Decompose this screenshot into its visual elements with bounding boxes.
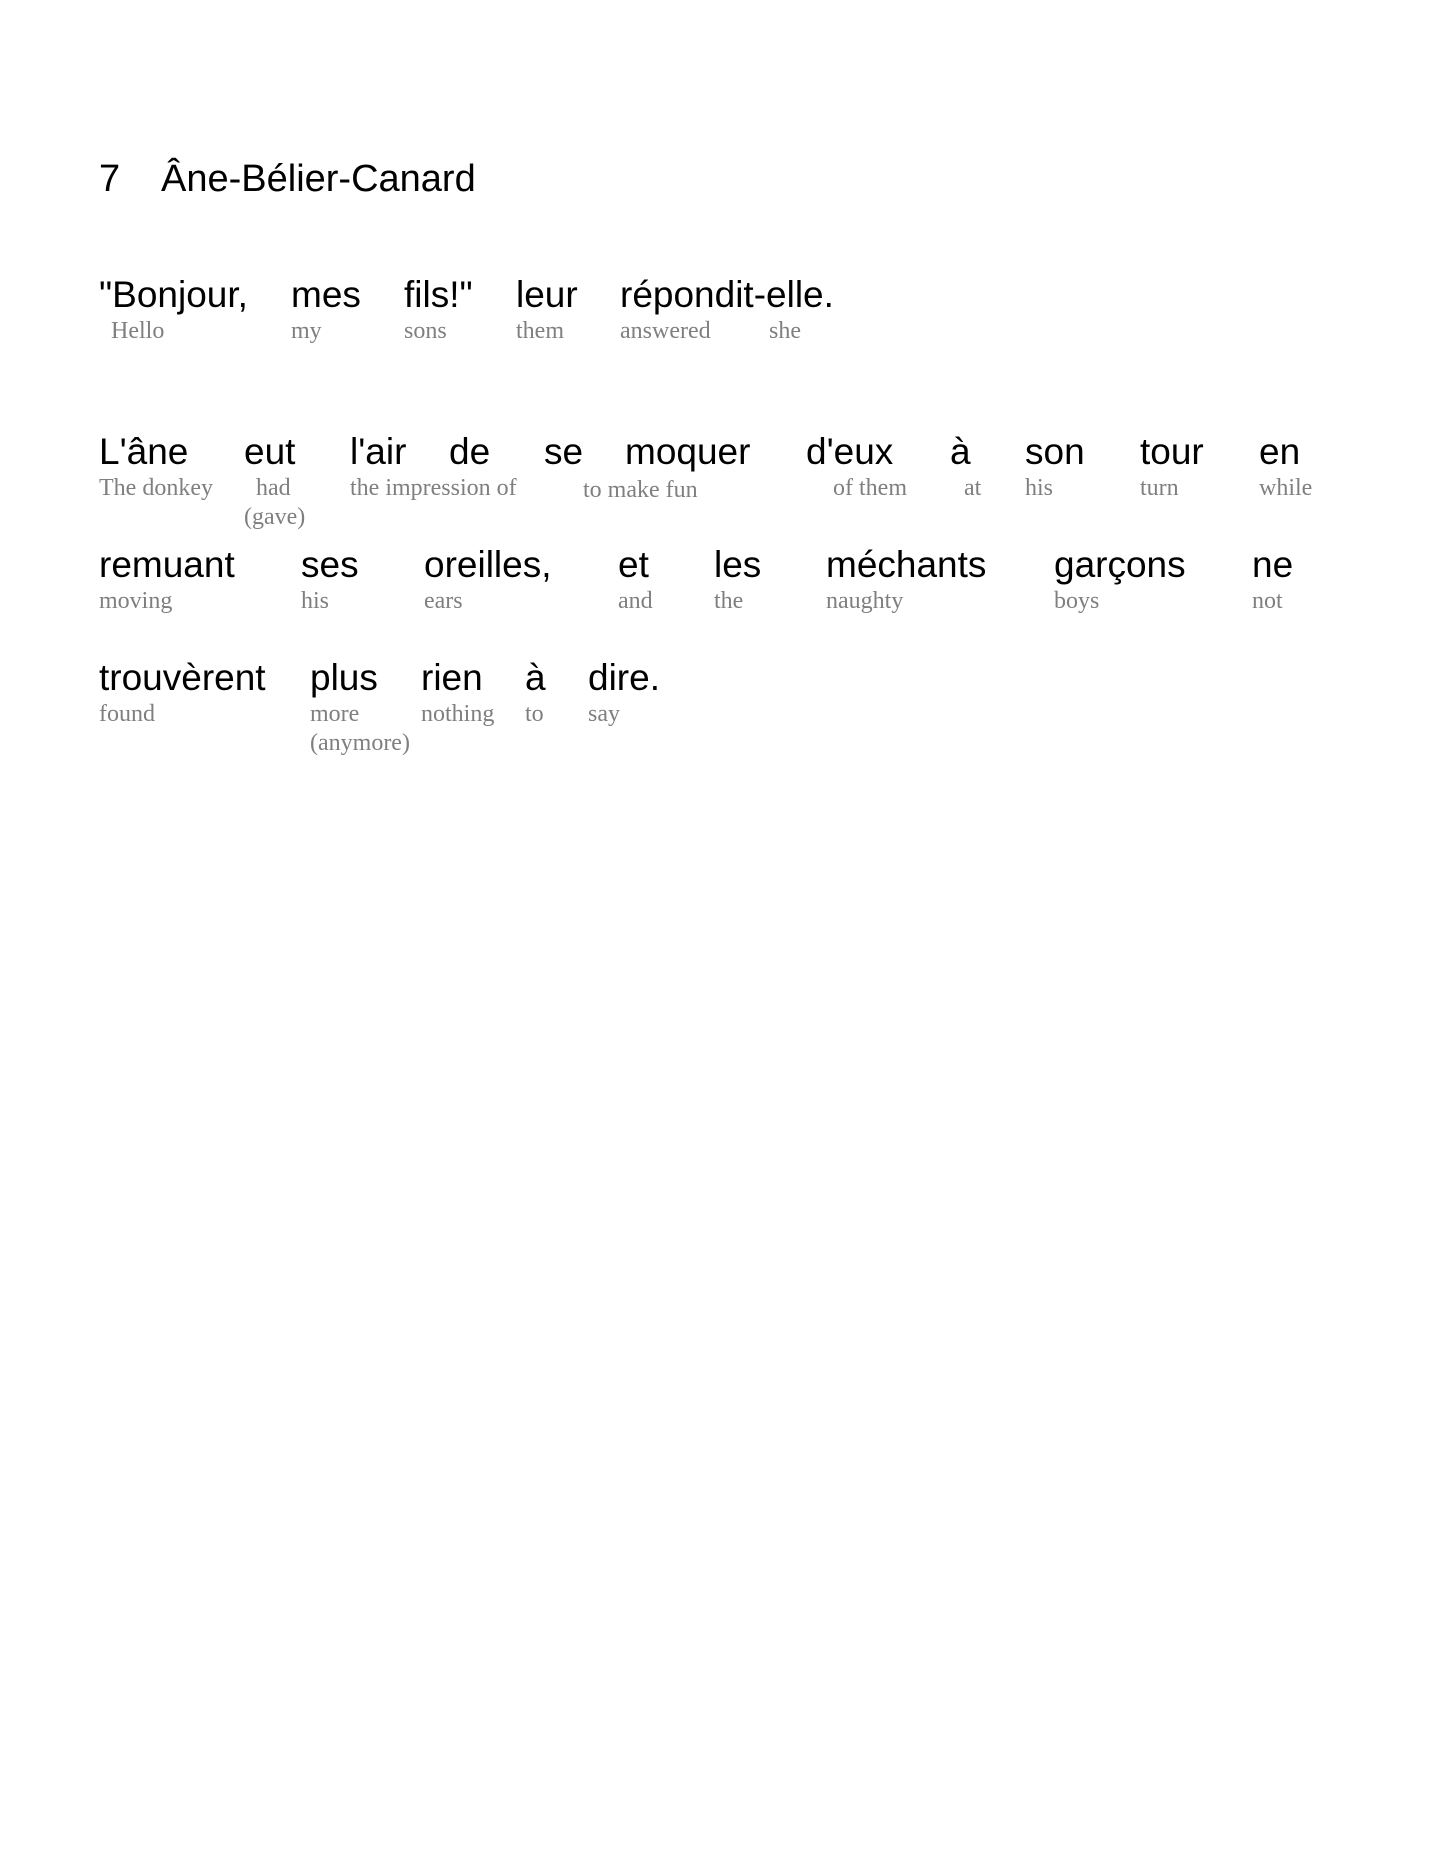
french-word: "Bonjour, xyxy=(99,274,248,315)
french-word: en xyxy=(1259,431,1301,472)
word-token: d'eux of them xyxy=(806,432,907,503)
english-gloss: found xyxy=(99,701,155,727)
word-token: se xyxy=(544,432,583,472)
section-heading: 7 Âne-Bélier-Canard xyxy=(99,158,476,201)
english-gloss: The donkey xyxy=(99,475,213,501)
english-gloss: them xyxy=(516,318,564,344)
word-token: de xyxy=(449,432,490,472)
french-word: répondit-elle. xyxy=(620,274,834,315)
french-word: mes xyxy=(291,274,361,315)
english-gloss: to make fun xyxy=(583,477,698,503)
word-token: les the xyxy=(714,545,761,616)
english-gloss: answered xyxy=(620,318,711,344)
word-token: dire. say xyxy=(588,658,660,729)
french-word: méchants xyxy=(826,544,987,585)
word-token: leur them xyxy=(516,275,578,346)
english-gloss: at xyxy=(964,475,982,501)
word-token: she xyxy=(769,275,801,346)
english-gloss: she xyxy=(769,318,801,344)
word-token: en while xyxy=(1259,432,1312,503)
section-title: Âne-Bélier-Canard xyxy=(161,158,476,200)
english-gloss: my xyxy=(291,318,322,344)
english-gloss: sons xyxy=(404,318,447,344)
french-word: L'âne xyxy=(99,431,189,472)
interlinear-line-1: "Bonjour, Hello mes my fils!" sons leur … xyxy=(0,275,1445,395)
english-gloss-alt: (gave) xyxy=(244,504,306,530)
french-word: les xyxy=(714,544,762,585)
english-gloss-alt: (anymore) xyxy=(310,730,410,756)
word-token: et and xyxy=(618,545,653,616)
interlinear-line-2: L'âne The donkey eut had (gave) l'air th… xyxy=(0,432,1445,552)
section-number: 7 xyxy=(99,158,121,200)
english-gloss: the impression of xyxy=(350,475,517,501)
french-word: leur xyxy=(516,274,578,315)
french-word: à xyxy=(950,431,971,472)
french-word: son xyxy=(1025,431,1085,472)
french-word: de xyxy=(449,431,491,472)
french-word: ne xyxy=(1252,544,1294,585)
french-word xyxy=(769,275,801,315)
word-token: ne not xyxy=(1252,545,1293,616)
french-word: oreilles, xyxy=(424,544,552,585)
french-word: trouvèrent xyxy=(99,657,266,698)
english-gloss: of them xyxy=(833,475,907,501)
french-word: et xyxy=(618,544,649,585)
french-word: d'eux xyxy=(806,431,894,472)
french-word: l'air xyxy=(350,431,407,472)
word-token: remuant moving xyxy=(99,545,235,616)
french-word: tour xyxy=(1140,431,1204,472)
word-token: à at xyxy=(950,432,981,503)
english-gloss-span: to make fun xyxy=(583,474,698,505)
french-word: plus xyxy=(310,657,378,698)
word-token: L'âne The donkey xyxy=(99,432,213,503)
interlinear-line-3: remuant moving ses his oreilles, ears et… xyxy=(0,545,1445,665)
word-token: moquer xyxy=(625,432,750,472)
word-token: tour turn xyxy=(1140,432,1204,503)
word-token: son his xyxy=(1025,432,1085,503)
french-word: rien xyxy=(421,657,483,698)
english-gloss: his xyxy=(301,588,330,614)
french-word: fils!" xyxy=(404,274,473,315)
french-word: ses xyxy=(301,544,359,585)
french-word: à xyxy=(525,657,546,698)
word-token: trouvèrent found xyxy=(99,658,266,729)
french-word: dire. xyxy=(588,657,660,698)
english-gloss: naughty xyxy=(826,588,904,614)
english-gloss: moving xyxy=(99,588,173,614)
french-word: remuant xyxy=(99,544,235,585)
english-gloss: nothing xyxy=(421,701,495,727)
word-token: eut had (gave) xyxy=(244,432,305,532)
word-token: répondit-elle. answered xyxy=(620,275,834,346)
word-token: plus more (anymore) xyxy=(310,658,410,758)
interlinear-line-4: trouvèrent found plus more (anymore) rie… xyxy=(0,658,1445,778)
english-gloss: say xyxy=(588,701,620,727)
english-gloss: Hello xyxy=(111,318,165,344)
word-token: fils!" sons xyxy=(404,275,473,346)
word-token: méchants naughty xyxy=(826,545,986,616)
word-token: l'air the impression of xyxy=(350,432,517,503)
english-gloss: more xyxy=(310,701,360,727)
word-token: "Bonjour, Hello xyxy=(99,275,248,346)
word-token: rien nothing xyxy=(421,658,494,729)
word-token: à to xyxy=(525,658,546,729)
word-token: ses his xyxy=(301,545,359,616)
word-token: garçons boys xyxy=(1054,545,1186,616)
french-word: se xyxy=(544,431,584,472)
french-word: eut xyxy=(244,431,296,472)
english-gloss: had xyxy=(256,475,291,501)
french-word: moquer xyxy=(625,431,751,472)
english-gloss: boys xyxy=(1054,588,1100,614)
word-token: mes my xyxy=(291,275,361,346)
english-gloss: turn xyxy=(1140,475,1179,501)
french-word: garçons xyxy=(1054,544,1186,585)
english-gloss: his xyxy=(1025,475,1054,501)
english-gloss: the xyxy=(714,588,744,614)
english-gloss: not xyxy=(1252,588,1283,614)
english-gloss: to xyxy=(525,701,544,727)
word-token: oreilles, ears xyxy=(424,545,552,616)
english-gloss: ears xyxy=(424,588,463,614)
english-gloss: and xyxy=(618,588,653,614)
english-gloss: while xyxy=(1259,475,1313,501)
